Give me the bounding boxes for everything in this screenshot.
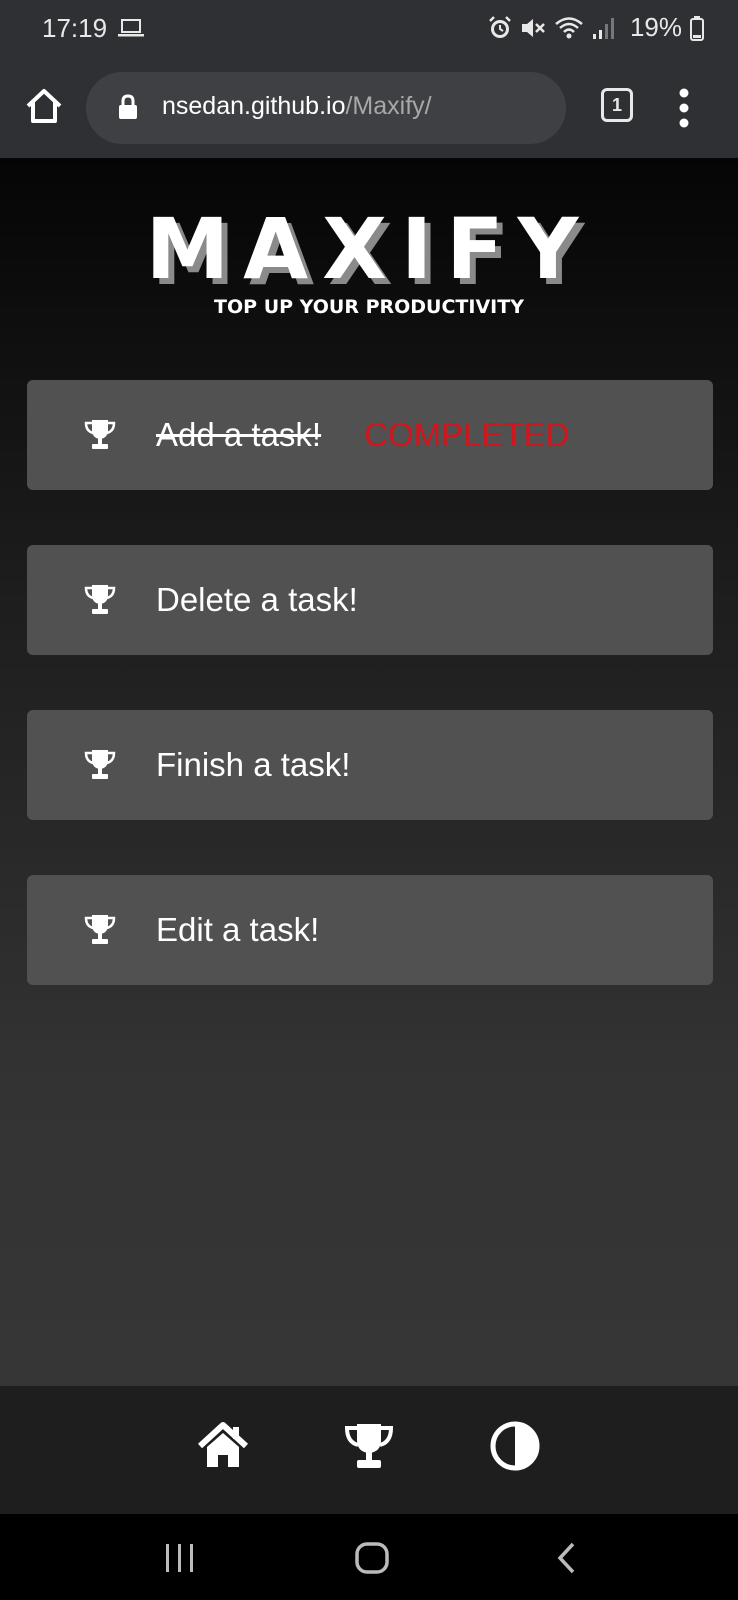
laptop-icon [118,19,144,37]
task-card[interactable]: Add a task! COMPLETED [27,380,713,490]
trophy-icon [84,915,116,944]
trophy-icon [84,585,116,614]
recents-icon[interactable] [160,1538,200,1578]
url-path: /Maxify/ [345,92,432,120]
task-label: Delete a task! [156,581,358,618]
task-card[interactable]: Edit a task! [27,875,713,985]
bottom-nav [0,1386,738,1514]
status-bar: 17:19 19% [0,0,738,58]
task-card[interactable]: Finish a task! [27,710,713,820]
status-icons: 19% [488,12,704,43]
status-time: 17:19 [42,13,108,43]
contrast-icon[interactable] [489,1420,541,1472]
tagline: TOP UP YOUR PRODUCTIVITY [214,296,524,318]
browser-toolbar: nsedan.github.io/Maxify/ 1 [0,58,738,158]
url-host: nsedan.github.io [162,92,346,120]
menu-dots-icon[interactable] [678,88,690,128]
system-navigation-bar [0,1514,738,1600]
tab-count: 1 [611,94,622,115]
battery-icon [690,15,704,41]
task-status: COMPLETED [364,416,569,454]
mute-icon [521,18,545,37]
trophy-icon[interactable] [343,1420,395,1472]
page-content: MAXIFY TOP UP YOUR PRODUCTIVITY Add a ta… [0,158,738,1386]
task-label: Finish a task! [156,746,351,783]
task-card[interactable]: Delete a task! [27,545,713,655]
task-label: Add a task! [156,416,322,453]
trophy-icon [84,750,116,779]
completed-badge: COMPLETED [364,416,570,453]
battery-percent: 19% [629,12,682,42]
task-label: Edit a task! [156,911,320,948]
signal-icon [592,17,614,39]
home-icon[interactable] [197,1420,249,1472]
home-icon[interactable] [352,1538,392,1578]
lock-icon [119,94,137,119]
address-bar[interactable]: nsedan.github.io/Maxify/ [86,72,566,144]
alarm-icon [489,15,511,38]
back-icon[interactable] [548,1538,588,1578]
tab-switcher-button[interactable]: 1 [601,88,633,122]
trophy-icon [84,420,116,449]
app-logo: MAXIFY [145,200,593,298]
wifi-icon [555,16,583,38]
home-icon[interactable] [24,86,64,126]
url-text: nsedan.github.io/Maxify/ [162,92,432,121]
